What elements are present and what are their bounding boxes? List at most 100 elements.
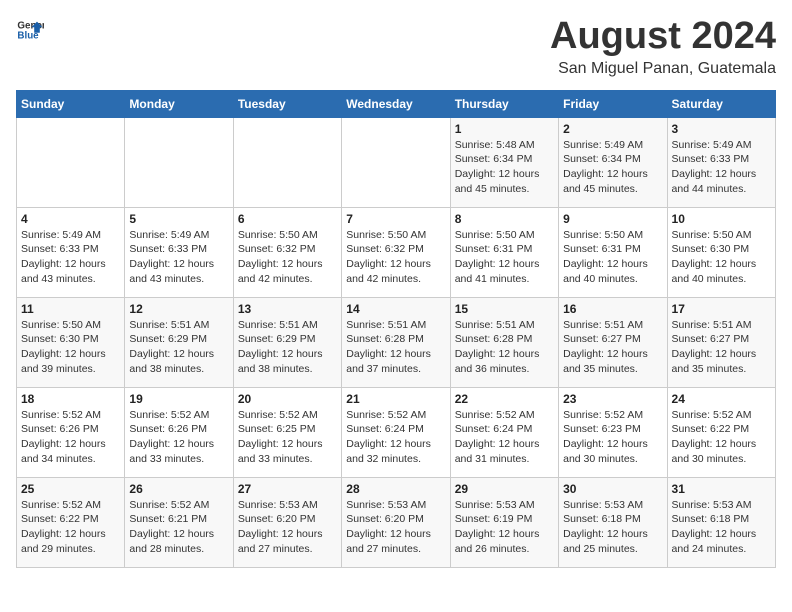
day-info: Sunrise: 5:49 AM Sunset: 6:33 PM Dayligh… <box>672 138 771 197</box>
calendar-cell: 27 Sunrise: 5:53 AM Sunset: 6:20 PM Dayli… <box>233 477 341 567</box>
day-info: Sunrise: 5:48 AM Sunset: 6:34 PM Dayligh… <box>455 138 554 197</box>
day-info: Sunrise: 5:52 AM Sunset: 6:24 PM Dayligh… <box>346 408 445 467</box>
day-info: Sunrise: 5:51 AM Sunset: 6:27 PM Dayligh… <box>672 318 771 377</box>
logo: General Blue <box>16 16 44 44</box>
calendar-table: SundayMondayTuesdayWednesdayThursdayFrid… <box>16 90 776 568</box>
day-number: 25 <box>21 482 120 496</box>
day-number: 9 <box>563 212 662 226</box>
day-number: 13 <box>238 302 337 316</box>
day-number: 6 <box>238 212 337 226</box>
day-number: 23 <box>563 392 662 406</box>
calendar-cell: 15 Sunrise: 5:51 AM Sunset: 6:28 PM Dayli… <box>450 297 558 387</box>
week-row-2: 4 Sunrise: 5:49 AM Sunset: 6:33 PM Daylig… <box>17 207 776 297</box>
day-info: Sunrise: 5:52 AM Sunset: 6:25 PM Dayligh… <box>238 408 337 467</box>
day-info: Sunrise: 5:49 AM Sunset: 6:33 PM Dayligh… <box>129 228 228 287</box>
day-info: Sunrise: 5:52 AM Sunset: 6:26 PM Dayligh… <box>129 408 228 467</box>
day-info: Sunrise: 5:52 AM Sunset: 6:23 PM Dayligh… <box>563 408 662 467</box>
calendar-cell: 7 Sunrise: 5:50 AM Sunset: 6:32 PM Daylig… <box>342 207 450 297</box>
calendar-cell: 3Sunrise: 5:49 AM Sunset: 6:33 PM Daylig… <box>667 117 775 207</box>
day-number: 17 <box>672 302 771 316</box>
day-number: 27 <box>238 482 337 496</box>
calendar-cell: 19 Sunrise: 5:52 AM Sunset: 6:26 PM Dayli… <box>125 387 233 477</box>
day-number: 28 <box>346 482 445 496</box>
day-info: Sunrise: 5:52 AM Sunset: 6:24 PM Dayligh… <box>455 408 554 467</box>
day-info: Sunrise: 5:52 AM Sunset: 6:26 PM Dayligh… <box>21 408 120 467</box>
calendar-cell: 29 Sunrise: 5:53 AM Sunset: 6:19 PM Dayli… <box>450 477 558 567</box>
day-info: Sunrise: 5:52 AM Sunset: 6:22 PM Dayligh… <box>21 498 120 557</box>
day-number: 21 <box>346 392 445 406</box>
calendar-cell <box>342 117 450 207</box>
day-info: Sunrise: 5:52 AM Sunset: 6:22 PM Dayligh… <box>672 408 771 467</box>
day-number: 10 <box>672 212 771 226</box>
day-number: 5 <box>129 212 228 226</box>
day-number: 19 <box>129 392 228 406</box>
calendar-cell: 12 Sunrise: 5:51 AM Sunset: 6:29 PM Dayli… <box>125 297 233 387</box>
day-number: 11 <box>21 302 120 316</box>
day-number: 29 <box>455 482 554 496</box>
day-number: 1 <box>455 122 554 136</box>
day-number: 7 <box>346 212 445 226</box>
day-number: 15 <box>455 302 554 316</box>
day-info: Sunrise: 5:53 AM Sunset: 6:18 PM Dayligh… <box>563 498 662 557</box>
calendar-cell: 28 Sunrise: 5:53 AM Sunset: 6:20 PM Dayli… <box>342 477 450 567</box>
calendar-cell: 8Sunrise: 5:50 AM Sunset: 6:31 PM Daylig… <box>450 207 558 297</box>
day-info: Sunrise: 5:51 AM Sunset: 6:29 PM Dayligh… <box>129 318 228 377</box>
calendar-cell: 6Sunrise: 5:50 AM Sunset: 6:32 PM Daylig… <box>233 207 341 297</box>
calendar-header-row: SundayMondayTuesdayWednesdayThursdayFrid… <box>17 90 776 117</box>
calendar-cell: 26Sunrise: 5:52 AM Sunset: 6:21 PM Dayli… <box>125 477 233 567</box>
calendar-cell: 30Sunrise: 5:53 AM Sunset: 6:18 PM Dayli… <box>559 477 667 567</box>
calendar-cell: 2Sunrise: 5:49 AM Sunset: 6:34 PM Daylig… <box>559 117 667 207</box>
day-info: Sunrise: 5:50 AM Sunset: 6:31 PM Dayligh… <box>455 228 554 287</box>
week-row-3: 11 Sunrise: 5:50 AM Sunset: 6:30 PM Dayli… <box>17 297 776 387</box>
page-header: General Blue August 2024 San Miguel Pana… <box>16 16 776 78</box>
week-row-5: 25 Sunrise: 5:52 AM Sunset: 6:22 PM Dayli… <box>17 477 776 567</box>
day-info: Sunrise: 5:50 AM Sunset: 6:30 PM Dayligh… <box>21 318 120 377</box>
header-thursday: Thursday <box>450 90 558 117</box>
day-number: 12 <box>129 302 228 316</box>
day-number: 18 <box>21 392 120 406</box>
week-row-4: 18 Sunrise: 5:52 AM Sunset: 6:26 PM Dayli… <box>17 387 776 477</box>
calendar-cell <box>17 117 125 207</box>
calendar-cell: 10 Sunrise: 5:50 AM Sunset: 6:30 PM Dayli… <box>667 207 775 297</box>
day-info: Sunrise: 5:53 AM Sunset: 6:20 PM Dayligh… <box>238 498 337 557</box>
day-number: 14 <box>346 302 445 316</box>
page-title: August 2024 <box>550 16 776 58</box>
header-sunday: Sunday <box>17 90 125 117</box>
day-number: 24 <box>672 392 771 406</box>
day-info: Sunrise: 5:50 AM Sunset: 6:32 PM Dayligh… <box>346 228 445 287</box>
calendar-cell: 4 Sunrise: 5:49 AM Sunset: 6:33 PM Daylig… <box>17 207 125 297</box>
day-info: Sunrise: 5:50 AM Sunset: 6:30 PM Dayligh… <box>672 228 771 287</box>
day-number: 2 <box>563 122 662 136</box>
day-info: Sunrise: 5:50 AM Sunset: 6:31 PM Dayligh… <box>563 228 662 287</box>
calendar-cell: 20Sunrise: 5:52 AM Sunset: 6:25 PM Dayli… <box>233 387 341 477</box>
calendar-cell: 25 Sunrise: 5:52 AM Sunset: 6:22 PM Dayli… <box>17 477 125 567</box>
header-wednesday: Wednesday <box>342 90 450 117</box>
day-info: Sunrise: 5:51 AM Sunset: 6:28 PM Dayligh… <box>455 318 554 377</box>
calendar-cell: 16 Sunrise: 5:51 AM Sunset: 6:27 PM Dayli… <box>559 297 667 387</box>
header-friday: Friday <box>559 90 667 117</box>
day-info: Sunrise: 5:49 AM Sunset: 6:33 PM Dayligh… <box>21 228 120 287</box>
day-info: Sunrise: 5:53 AM Sunset: 6:19 PM Dayligh… <box>455 498 554 557</box>
calendar-cell: 18 Sunrise: 5:52 AM Sunset: 6:26 PM Dayli… <box>17 387 125 477</box>
calendar-cell: 14 Sunrise: 5:51 AM Sunset: 6:28 PM Dayli… <box>342 297 450 387</box>
week-row-1: 1 Sunrise: 5:48 AM Sunset: 6:34 PM Daylig… <box>17 117 776 207</box>
calendar-cell: 17 Sunrise: 5:51 AM Sunset: 6:27 PM Dayli… <box>667 297 775 387</box>
calendar-cell: 23 Sunrise: 5:52 AM Sunset: 6:23 PM Dayli… <box>559 387 667 477</box>
header-saturday: Saturday <box>667 90 775 117</box>
day-number: 4 <box>21 212 120 226</box>
page-subtitle: San Miguel Panan, Guatemala <box>550 60 776 78</box>
calendar-cell: 5 Sunrise: 5:49 AM Sunset: 6:33 PM Daylig… <box>125 207 233 297</box>
calendar-cell: 24 Sunrise: 5:52 AM Sunset: 6:22 PM Dayli… <box>667 387 775 477</box>
calendar-cell <box>125 117 233 207</box>
day-number: 26 <box>129 482 228 496</box>
day-number: 16 <box>563 302 662 316</box>
calendar-cell: 22Sunrise: 5:52 AM Sunset: 6:24 PM Dayli… <box>450 387 558 477</box>
day-info: Sunrise: 5:51 AM Sunset: 6:28 PM Dayligh… <box>346 318 445 377</box>
calendar-cell: 13Sunrise: 5:51 AM Sunset: 6:29 PM Dayli… <box>233 297 341 387</box>
day-info: Sunrise: 5:53 AM Sunset: 6:18 PM Dayligh… <box>672 498 771 557</box>
calendar-cell: 11 Sunrise: 5:50 AM Sunset: 6:30 PM Dayli… <box>17 297 125 387</box>
calendar-cell <box>233 117 341 207</box>
calendar-cell: 21 Sunrise: 5:52 AM Sunset: 6:24 PM Dayli… <box>342 387 450 477</box>
day-info: Sunrise: 5:53 AM Sunset: 6:20 PM Dayligh… <box>346 498 445 557</box>
day-info: Sunrise: 5:51 AM Sunset: 6:27 PM Dayligh… <box>563 318 662 377</box>
